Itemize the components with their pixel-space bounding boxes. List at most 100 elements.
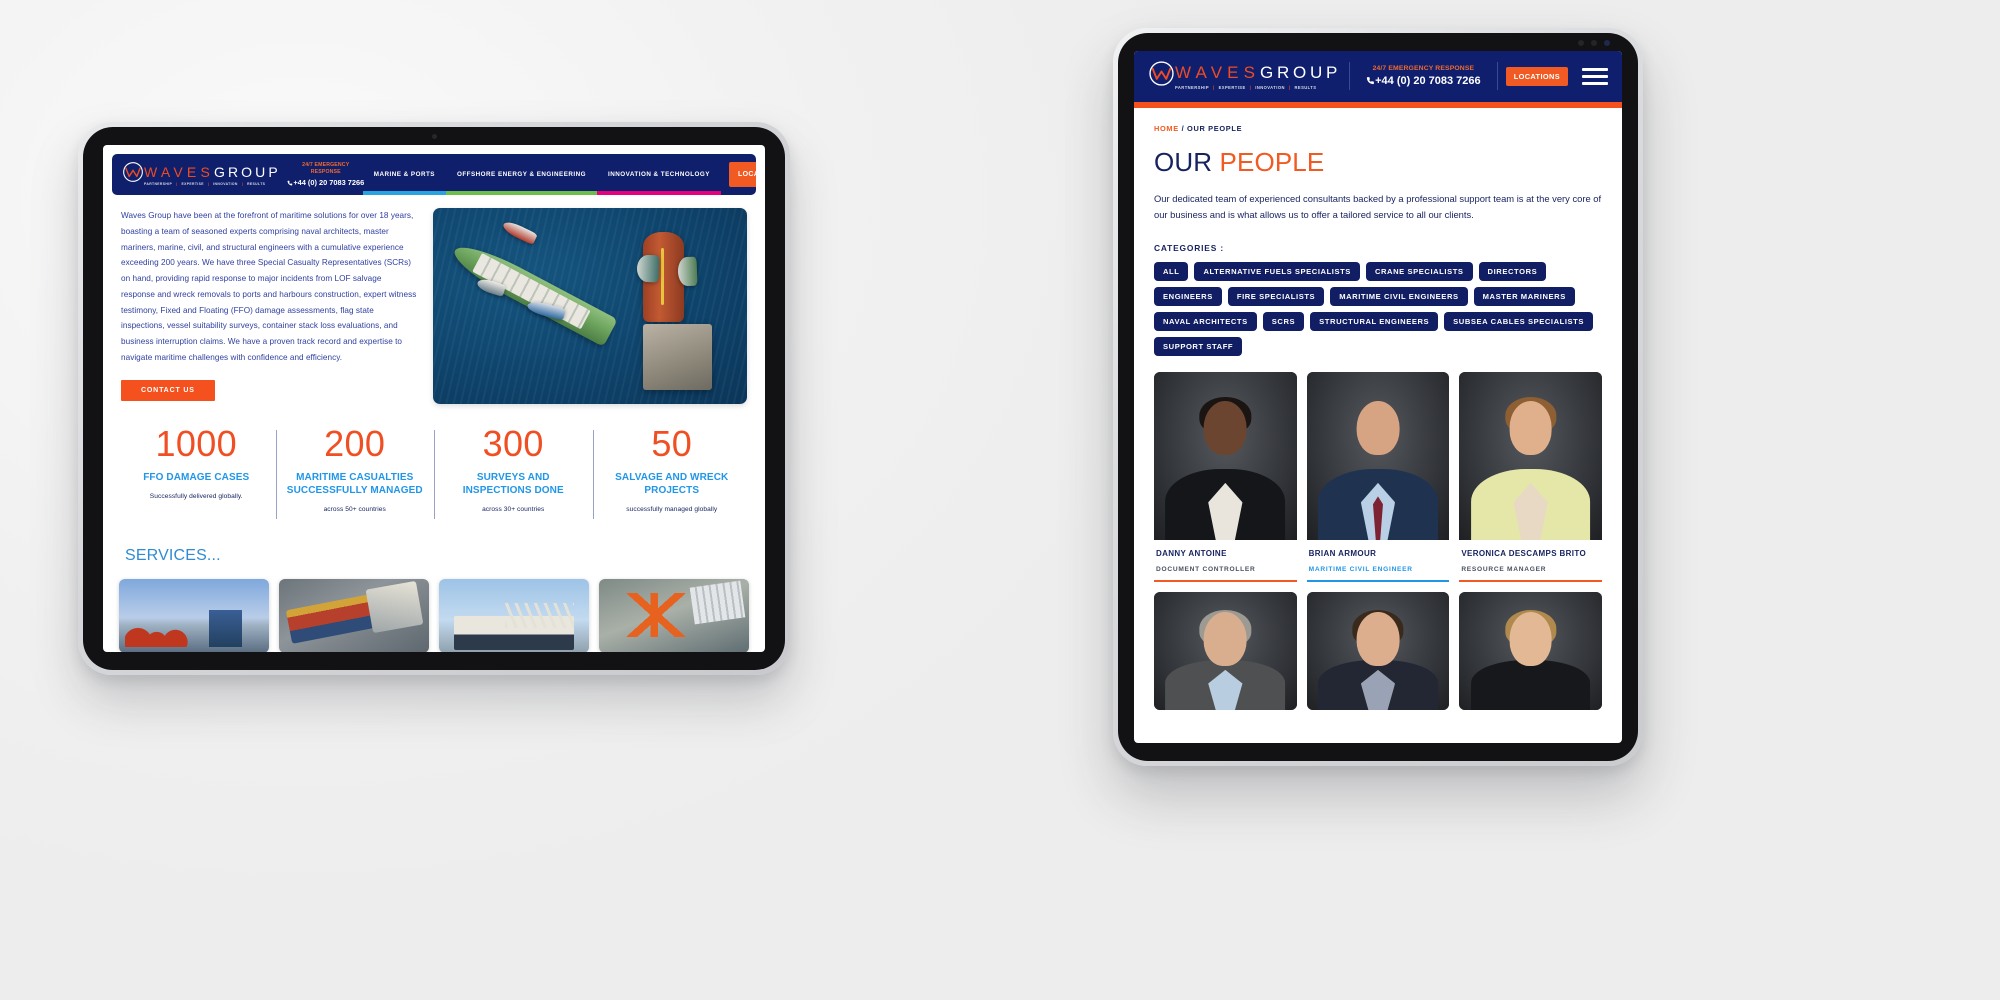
stat-sublabel: across 50+ countries xyxy=(323,506,386,514)
tablet-left-screen: WAVES GROUP PARTNERSHIP | EXPERTISE | INNO… xyxy=(103,145,765,652)
person-role: RESOURCE MANAGER xyxy=(1461,566,1547,574)
person-role: MARITIME CIVIL ENGINEER xyxy=(1308,566,1413,574)
stat-number: 50 xyxy=(651,423,693,464)
phone-icon xyxy=(1366,77,1374,85)
page-title: OUR PEOPLE xyxy=(1154,147,1602,178)
emergency-label: 24/7 EMERGENCY RESPONSE xyxy=(302,161,350,175)
person-meta: DANNY ANTOINE DOCUMENT CONTROLLER xyxy=(1154,540,1297,583)
category-chip-support-staff[interactable]: SUPPORT STAFF xyxy=(1154,337,1243,357)
logo-waves-text: WAVES xyxy=(144,163,215,180)
barge-shape xyxy=(643,323,713,391)
category-chip-all[interactable]: ALL xyxy=(1154,262,1189,282)
emergency-phone-number[interactable]: +44 (0) 20 7083 7266 xyxy=(287,178,364,187)
logo-tagline: PARTNERSHIP | EXPERTISE | INNOVATION | RESU… xyxy=(1175,84,1317,90)
stat-number: 1000 xyxy=(155,423,238,464)
person-name: VERONICA DESCAMPS BRITO xyxy=(1461,549,1587,559)
category-chip-directors[interactable]: DIRECTORS xyxy=(1478,262,1547,282)
category-chip-maritime-civil-engineers[interactable]: MARITIME CIVIL ENGINEERS xyxy=(1330,287,1468,307)
person-photo xyxy=(1459,592,1602,711)
service-card-vessel[interactable] xyxy=(439,579,589,652)
services-heading: SERVICES... xyxy=(125,547,221,565)
person-card[interactable]: VERONICA DESCAMPS BRITO RESOURCE MANAGER xyxy=(1459,372,1602,583)
person-role: DOCUMENT CONTROLLER xyxy=(1156,566,1256,574)
hero-image-salvage-operation xyxy=(433,208,747,404)
person-card[interactable] xyxy=(1459,592,1602,711)
person-meta: BRIAN ARMOUR MARITIME CIVIL ENGINEER xyxy=(1306,540,1450,583)
front-camera-icon xyxy=(432,134,437,139)
left-page-body: Waves Group have been at the forefront o… xyxy=(103,195,765,404)
emergency-phone-number[interactable]: +44 (0) 20 7083 7266 xyxy=(1366,75,1481,87)
waves-circle-logo-icon xyxy=(1148,60,1175,92)
category-chip-scrs[interactable]: SCRS xyxy=(1262,312,1305,332)
stat-label: SURVEYS AND INSPECTIONS DONE xyxy=(462,472,564,497)
stat-number: 200 xyxy=(324,423,386,464)
services-card-grid xyxy=(119,579,749,652)
logo-tagline: PARTNERSHIP | EXPERTISE | INNOVATION | RESU… xyxy=(144,181,266,186)
service-card-port-crane[interactable] xyxy=(599,579,749,652)
person-name: BRIAN ARMOUR xyxy=(1308,549,1377,559)
breadcrumb-current: OUR PEOPLE xyxy=(1187,124,1243,133)
nav-divider xyxy=(1496,62,1498,90)
person-card[interactable]: BRIAN ARMOUR MARITIME CIVIL ENGINEER xyxy=(1306,372,1450,583)
tablet-left-bezel: WAVES GROUP PARTNERSHIP | EXPERTISE | INNO… xyxy=(83,127,785,670)
category-chip-engineers[interactable]: ENGINEERS xyxy=(1154,287,1222,307)
nav-underline-blue xyxy=(362,191,446,195)
emergency-contact-block[interactable]: 24/7 EMERGENCY RESPONSE +44 (0) 20 7083 … xyxy=(1350,65,1497,87)
person-photo xyxy=(1154,372,1297,541)
intro-paragraph: Waves Group have been at the forefront o… xyxy=(121,211,417,362)
stat-label: MARITIME CASUALTIES SUCCESSFULLY MANAGED xyxy=(286,472,423,497)
breadcrumb-separator: / xyxy=(1181,124,1185,133)
contact-us-button[interactable]: CONTACT US xyxy=(121,379,215,401)
site-logo[interactable]: WAVES GROUP PARTNERSHIP | EXPERTISE | INNO… xyxy=(1142,60,1349,92)
stat-sublabel: across 30+ countries xyxy=(482,506,545,514)
stat-sublabel: successfully managed globally xyxy=(626,506,718,514)
stat-label: FFO DAMAGE CASES xyxy=(143,472,250,483)
nav-item-innovation-technology[interactable]: INNOVATION & TECHNOLOGY xyxy=(597,154,721,195)
category-chip-naval-architects[interactable]: NAVAL ARCHITECTS xyxy=(1154,312,1257,332)
category-chip-structural-engineers[interactable]: STRUCTURAL ENGINEERS xyxy=(1310,312,1439,332)
person-card[interactable] xyxy=(1306,592,1450,711)
category-chip-subsea-cables-specialists[interactable]: SUBSEA CABLES SPECIALISTS xyxy=(1444,312,1594,332)
right-site-navbar: WAVES GROUP PARTNERSHIP | EXPERTISE | INNO… xyxy=(1134,51,1622,102)
stat-card: 200 MARITIME CASUALTIES SUCCESSFULLY MAN… xyxy=(275,423,435,520)
category-chip-fire-specialists[interactable]: FIRE SPECIALISTS xyxy=(1227,287,1325,307)
page-intro-text: Our dedicated team of experienced consul… xyxy=(1154,193,1602,220)
nav-item-offshore-energy-engineering[interactable]: OFFSHORE ENERGY & ENGINEERING xyxy=(445,154,598,195)
service-card-barge-cargo[interactable] xyxy=(279,579,429,652)
logo-group-text: GROUP xyxy=(1260,62,1342,82)
logo-waves-text: WAVES xyxy=(1175,62,1261,82)
person-card[interactable] xyxy=(1154,592,1297,711)
nav-item-marine-ports[interactable]: MARINE & PORTS xyxy=(362,154,446,195)
front-camera-array-icon xyxy=(1578,40,1610,46)
person-photo xyxy=(1306,372,1450,541)
statistics-row: 1000 FFO DAMAGE CASES Successfully deliv… xyxy=(103,423,765,520)
page-title-part2: PEOPLE xyxy=(1219,147,1325,177)
emergency-label: 24/7 EMERGENCY RESPONSE xyxy=(1372,65,1475,72)
stat-card: 300 SURVEYS AND INSPECTIONS DONE across … xyxy=(434,426,593,520)
category-chip-crane-specialists[interactable]: CRANE SPECIALISTS xyxy=(1365,262,1473,282)
nav-underline-green xyxy=(445,191,598,195)
category-chip-master-mariners[interactable]: MASTER MARINERS xyxy=(1473,287,1575,307)
emergency-contact-block[interactable]: 24/7 EMERGENCY RESPONSE +44 (0) 20 7083 … xyxy=(287,154,364,195)
stat-label: SALVAGE AND WRECK PROJECTS xyxy=(615,472,729,497)
locations-button[interactable]: LOCATIONS xyxy=(1505,66,1568,86)
page-title-part1: OUR xyxy=(1154,147,1213,177)
breadcrumb-home-link[interactable]: HOME xyxy=(1154,124,1179,133)
breadcrumb: HOME / OUR PEOPLE xyxy=(1154,124,1602,133)
locations-button[interactable]: LOCATIONS xyxy=(728,162,756,187)
logo-wordmark: WAVES GROUP PARTNERSHIP | EXPERTISE | INNO… xyxy=(144,164,281,186)
site-logo[interactable]: WAVES GROUP PARTNERSHIP | EXPERTISE | INNO… xyxy=(112,154,289,195)
right-page-content: HOME / OUR PEOPLE OUR PEOPLE Our dedicat… xyxy=(1134,108,1622,711)
person-photo xyxy=(1154,592,1297,711)
category-filter-list: ALL ALTERNATIVE FUELS SPECIALISTS CRANE … xyxy=(1154,262,1602,357)
service-card-lng-terminal[interactable] xyxy=(119,579,269,652)
nav-item-label: OFFSHORE ENERGY & ENGINEERING xyxy=(456,170,587,178)
tablet-right-screen: WAVES GROUP PARTNERSHIP | EXPERTISE | INNO… xyxy=(1134,51,1622,743)
categories-label: CATEGORIES : xyxy=(1154,243,1224,254)
tug-boat-shape xyxy=(636,254,660,283)
hamburger-menu-icon[interactable] xyxy=(1568,67,1614,85)
category-chip-alternative-fuels-specialists[interactable]: ALTERNATIVE FUELS SPECIALISTS xyxy=(1194,262,1360,282)
person-card[interactable]: DANNY ANTOINE DOCUMENT CONTROLLER xyxy=(1154,372,1297,583)
person-name: DANNY ANTOINE xyxy=(1156,549,1227,559)
tablet-device-portrait: WAVES GROUP PARTNERSHIP | EXPERTISE | INNO… xyxy=(1113,28,1643,766)
